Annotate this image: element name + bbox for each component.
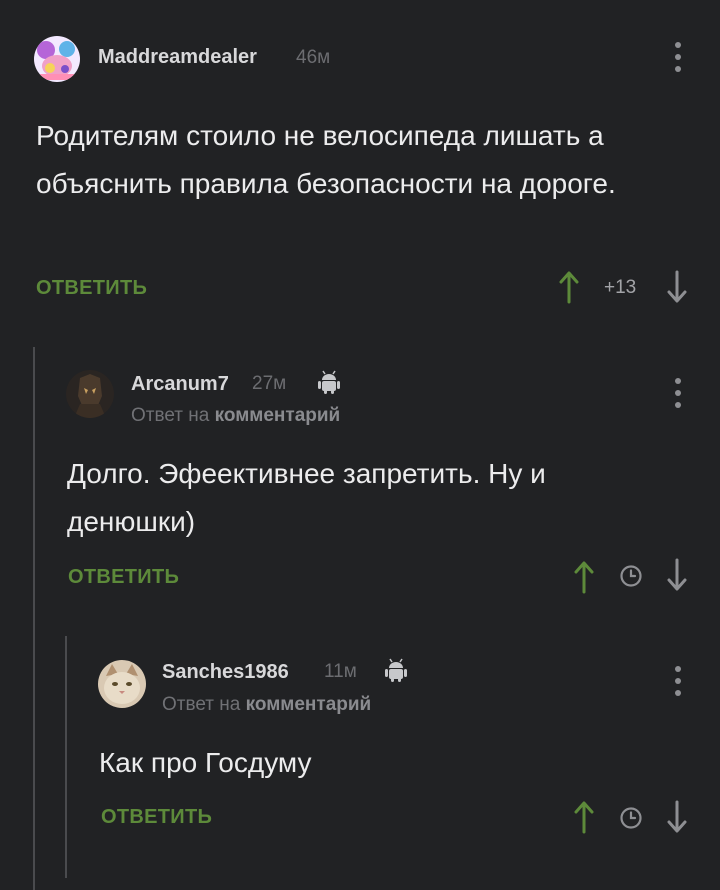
upvote-arrow-icon[interactable] [573,560,595,594]
android-icon [385,658,407,682]
downvote-arrow-icon[interactable] [666,270,688,304]
thread-line-level-1 [33,347,35,890]
username[interactable]: Maddreamdealer [98,46,257,69]
more-vertical-icon[interactable] [671,666,685,696]
comment-text: Долго. Эфеективнее запретить. Ну и денюш… [67,458,546,537]
reply-to-prefix: Ответ на [131,405,210,426]
comment-text: Родителям стоило не велосипеда лишать а … [36,120,616,199]
upvote-arrow-icon[interactable] [573,800,595,834]
comment-text: Как про Госдуму [99,747,312,778]
avatar[interactable] [98,660,146,708]
comment-time: 11м [324,661,357,682]
avatar-image [66,370,114,418]
thread-line-level-2 [65,636,67,878]
comment-time: 27м [252,373,287,394]
username[interactable]: Arcanum7 [131,373,229,396]
clock-icon [620,807,642,829]
reply-to-line: Ответ на комментарий [162,694,371,716]
reply-to-link[interactable]: комментарий [215,405,341,426]
username[interactable]: Sanches1986 [162,661,289,684]
reply-to-prefix: Ответ на [162,694,241,715]
avatar-image [98,660,146,708]
android-icon [318,370,340,394]
rating-value: +13 [604,277,637,298]
avatar[interactable] [34,36,80,82]
avatar-image [34,36,80,82]
reply-button[interactable]: ОТВЕТИТЬ [68,566,179,589]
reply-button[interactable]: ОТВЕТИТЬ [36,277,147,300]
downvote-arrow-icon[interactable] [666,558,688,592]
comment-time: 46м [296,47,331,68]
more-vertical-icon[interactable] [671,378,685,408]
clock-icon [620,565,642,587]
upvote-arrow-icon[interactable] [558,270,580,304]
reply-to-line: Ответ на комментарий [131,405,340,427]
avatar[interactable] [66,370,114,418]
reply-to-link[interactable]: комментарий [246,694,372,715]
downvote-arrow-icon[interactable] [666,800,688,834]
more-vertical-icon[interactable] [671,42,685,72]
reply-button[interactable]: ОТВЕТИТЬ [101,806,212,829]
